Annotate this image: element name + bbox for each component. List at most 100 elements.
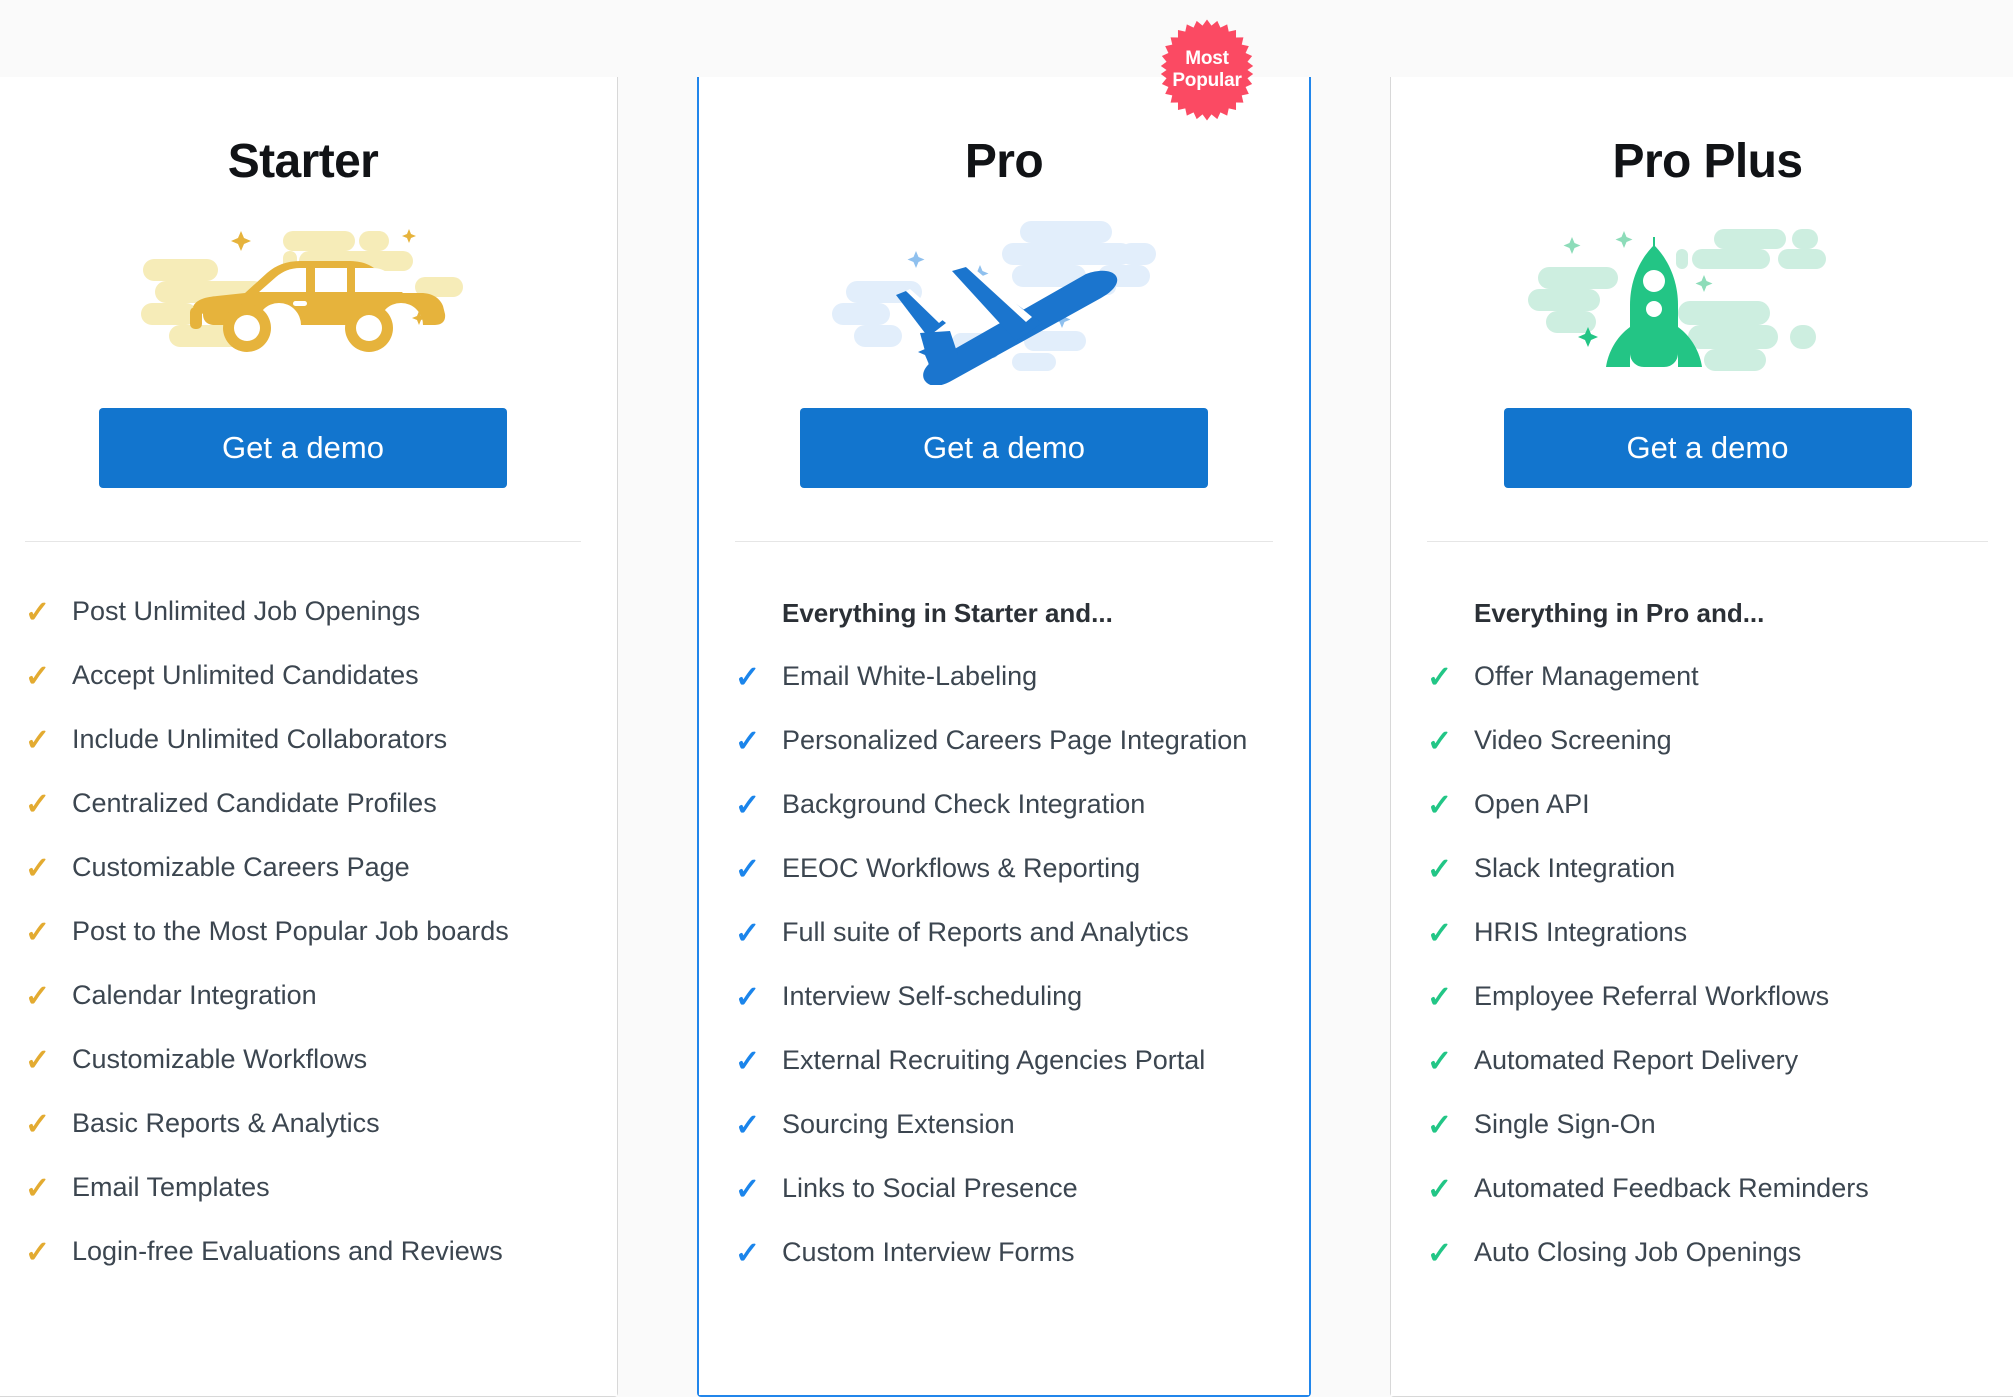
feature-item: ✓ Email White-Labeling (699, 629, 1309, 693)
feature-item: ✓ Open API (1391, 757, 2013, 821)
check-icon: ✓ (735, 789, 761, 823)
check-icon: ✓ (735, 661, 761, 695)
check-icon: ✓ (1427, 1109, 1453, 1143)
feature-item: ✓ External Recruiting Agencies Portal (699, 1013, 1309, 1077)
feature-label: Interview Self-scheduling (782, 981, 1083, 1012)
get-a-demo-button-pro[interactable]: Get a demo (800, 408, 1208, 488)
pricing-card-starter: Starter Get a demo ✓ Post Unlimited Job … (0, 77, 618, 1397)
check-icon: ✓ (1427, 981, 1453, 1015)
feature-label: Customizable Careers Page (72, 852, 410, 882)
feature-label: External Recruiting Agencies Portal (782, 1045, 1206, 1076)
feature-item: ✓ Post to the Most Popular Job boards (0, 884, 617, 948)
check-icon: ✓ (735, 981, 761, 1015)
check-icon: ✓ (1427, 1173, 1453, 1207)
feature-list-pro: Everything in Starter and... ✓ Email Whit… (699, 542, 1309, 1269)
feature-label: Post to the Most Popular Job boards (72, 916, 509, 946)
feature-item: ✓ Links to Social Presence (699, 1141, 1309, 1205)
check-icon: ✓ (25, 1172, 51, 1205)
car-illustration-icon (0, 200, 617, 400)
feature-item: ✓ Automated Feedback Reminders (1391, 1141, 2013, 1205)
feature-label: Sourcing Extension (782, 1109, 1015, 1140)
check-icon: ✓ (735, 1173, 761, 1207)
feature-item: ✓ Centralized Candidate Profiles (0, 756, 617, 820)
feature-item: ✓ Calendar Integration (0, 948, 617, 1012)
get-a-demo-button-proplus[interactable]: Get a demo (1503, 408, 1912, 488)
feature-label: Accept Unlimited Candidates (72, 660, 419, 690)
feature-label: Automated Report Delivery (1474, 1045, 1799, 1076)
feature-label: Login-free Evaluations and Reviews (72, 1236, 503, 1266)
plan-title-starter: Starter (227, 135, 379, 188)
feature-item: ✓ Single Sign-On (1391, 1077, 2013, 1141)
feature-label: Video Screening (1474, 725, 1672, 756)
feature-label: Background Check Integration (782, 789, 1146, 820)
feature-label: Full suite of Reports and Analytics (782, 917, 1189, 948)
feature-label: Custom Interview Forms (782, 1237, 1075, 1268)
feature-item: ✓ Video Screening (1391, 693, 2013, 757)
feature-label: Offer Management (1474, 661, 1699, 692)
feature-item: ✓ Background Check Integration (699, 757, 1309, 821)
badge-line-2: Popular (1172, 70, 1242, 91)
check-icon: ✓ (735, 917, 761, 951)
feature-label: Employee Referral Workflows (1474, 981, 1830, 1012)
feature-label: Basic Reports & Analytics (72, 1108, 380, 1138)
feature-item: ✓ Slack Integration (1391, 821, 2013, 885)
feature-item: ✓ EEOC Workflows & Reporting (699, 821, 1309, 885)
check-icon: ✓ (1427, 853, 1453, 887)
pricing-card-proplus: Pro Plus Get a demo Everything in Pro an… (1390, 77, 2013, 1397)
check-icon: ✓ (1427, 1237, 1453, 1271)
badge-line-1: Most (1185, 47, 1229, 69)
check-icon: ✓ (1427, 725, 1453, 759)
feature-label: Slack Integration (1474, 853, 1676, 884)
check-icon: ✓ (735, 853, 761, 887)
feature-label: Customizable Workflows (72, 1044, 368, 1074)
feature-item: ✓ Employee Referral Workflows (1391, 949, 2013, 1013)
feature-item: ✓ Automated Report Delivery (1391, 1013, 2013, 1077)
check-icon: ✓ (25, 980, 51, 1013)
pricing-card-pro: Pro Get a demo Everything in Starter and… (697, 77, 1311, 1397)
feature-item: ✓ Full suite of Reports and Analytics (699, 885, 1309, 949)
feature-label: Automated Feedback Reminders (1474, 1173, 1869, 1204)
feature-label: Centralized Candidate Profiles (72, 788, 437, 818)
feature-item: ✓ Custom Interview Forms (699, 1205, 1309, 1269)
feature-label: Open API (1474, 789, 1590, 820)
check-icon: ✓ (1427, 789, 1453, 823)
feature-label: Auto Closing Job Openings (1474, 1237, 1802, 1268)
feature-item: ✓ Customizable Workflows (0, 1012, 617, 1076)
feature-label: Calendar Integration (72, 980, 317, 1010)
feature-item: ✓ HRIS Integrations (1391, 885, 2013, 949)
feature-item: ✓ Basic Reports & Analytics (0, 1076, 617, 1140)
pricing-plans-container: Starter Get a demo ✓ Post Unlimited Job … (0, 0, 2013, 1397)
most-popular-badge: Most Popular (1155, 18, 1259, 122)
feature-item: ✓ Email Templates (0, 1140, 617, 1204)
check-icon: ✓ (1427, 661, 1453, 695)
check-icon: ✓ (735, 1237, 761, 1271)
check-icon: ✓ (1427, 1045, 1453, 1079)
check-icon: ✓ (25, 660, 51, 693)
check-icon: ✓ (25, 1236, 51, 1269)
airplane-illustration-icon (699, 200, 1309, 400)
feature-list-heading-proplus: Everything in Pro and... (1474, 598, 1765, 628)
feature-label: Include Unlimited Collaborators (72, 724, 448, 754)
check-icon: ✓ (25, 916, 51, 949)
check-icon: ✓ (25, 1108, 51, 1141)
rocket-illustration-icon (1391, 200, 2013, 400)
check-icon: ✓ (1427, 917, 1453, 951)
get-a-demo-button-starter[interactable]: Get a demo (99, 408, 507, 488)
feature-label: Personalized Careers Page Integration (782, 725, 1248, 756)
feature-label: Single Sign-On (1474, 1109, 1656, 1140)
feature-label: HRIS Integrations (1474, 917, 1688, 948)
feature-label: Post Unlimited Job Openings (72, 596, 421, 626)
check-icon: ✓ (25, 788, 51, 821)
feature-item: ✓ Include Unlimited Collaborators (0, 692, 617, 756)
feature-label: EEOC Workflows & Reporting (782, 853, 1141, 884)
feature-item: ✓ Auto Closing Job Openings (1391, 1205, 2013, 1269)
feature-list-proplus: Everything in Pro and... ✓ Offer Manageme… (1391, 542, 2013, 1269)
feature-item: ✓ Sourcing Extension (699, 1077, 1309, 1141)
feature-list-starter: ✓ Post Unlimited Job Openings ✓ Accept Unl… (0, 542, 617, 1268)
feature-item: ✓ Customizable Careers Page (0, 820, 617, 884)
feature-item: ✓ Accept Unlimited Candidates (0, 628, 617, 692)
feature-item: ✓ Personalized Careers Page Integration (699, 693, 1309, 757)
feature-list-heading-pro: Everything in Starter and... (782, 598, 1113, 628)
check-icon: ✓ (735, 1109, 761, 1143)
check-icon: ✓ (25, 1044, 51, 1077)
